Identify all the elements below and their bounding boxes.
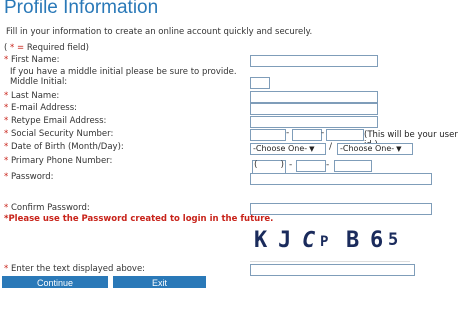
required-star: * <box>4 55 9 65</box>
last-name-input[interactable] <box>250 91 378 103</box>
first-name-label-text: First Name: <box>10 55 60 65</box>
required-star: * <box>4 91 9 101</box>
required-legend-open: ( <box>4 43 8 53</box>
last-name-label: * Last Name: <box>4 91 59 101</box>
required-star: * <box>4 172 9 182</box>
middle-initial-input[interactable] <box>250 77 270 89</box>
password-label: * Password: <box>4 172 54 182</box>
captcha-char: K <box>254 228 268 253</box>
captcha-label: * Enter the text displayed above: <box>4 264 145 274</box>
dob-separator: / <box>329 142 333 152</box>
captcha-char: B <box>346 228 360 253</box>
phone-separator: - <box>326 160 330 170</box>
required-legend-text: Required field) <box>26 43 90 53</box>
phone-prefix-input[interactable] <box>296 160 326 172</box>
required-star: * <box>4 129 9 139</box>
ssn-part3-input[interactable] <box>326 129 364 141</box>
page-title: Profile Information <box>4 0 159 18</box>
ssn-label-text: Social Security Number: <box>10 129 114 139</box>
phone-area-code-input[interactable]: ( ) <box>252 160 286 174</box>
required-star: * <box>4 142 9 152</box>
dob-label: * Date of Birth (Month/Day): <box>4 142 124 152</box>
captcha-label-text: Enter the text displayed above: <box>10 264 146 274</box>
required-star: * <box>4 156 9 166</box>
phone-label-text: Primary Phone Number: <box>10 156 113 166</box>
password-warning-text: Please use the Password created to login… <box>8 214 274 224</box>
middle-initial-label: Middle Initial: <box>10 77 68 87</box>
required-star: * <box>4 203 9 213</box>
phone-paren-close: ) <box>280 160 284 170</box>
required-legend: ( * = Required field) <box>4 43 89 53</box>
captcha-char: 6 <box>370 228 384 253</box>
captcha-image: K J C P B 6 5 <box>250 225 410 262</box>
intro-text: Fill in your information to create an on… <box>6 27 313 37</box>
exit-button[interactable]: Exit <box>113 276 206 288</box>
captcha-char: J <box>278 228 292 253</box>
dob-day-value: -Choose One- <box>340 144 395 153</box>
phone-separator: - <box>289 160 293 170</box>
captcha-char: C <box>302 228 316 253</box>
password-warning: *Please use the Password created to logi… <box>4 214 273 224</box>
ssn-separator: - <box>321 128 325 138</box>
password-input[interactable] <box>250 173 432 185</box>
required-star: * <box>4 116 9 126</box>
confirm-password-label: * Confirm Password: <box>4 203 90 213</box>
email-label: * E-mail Address: <box>4 103 77 113</box>
ssn-separator: - <box>286 128 290 138</box>
phone-paren-open: ( <box>254 160 258 170</box>
chevron-down-icon: ▼ <box>396 145 402 153</box>
retype-email-label-text: Retype Email Address: <box>10 116 107 126</box>
phone-line-input[interactable] <box>334 160 372 172</box>
required-star: * <box>4 103 9 113</box>
ssn-part1-input[interactable] <box>250 129 286 141</box>
email-label-text: E-mail Address: <box>10 103 78 113</box>
last-name-label-text: Last Name: <box>10 91 60 101</box>
ssn-label: * Social Security Number: <box>4 129 113 139</box>
continue-button[interactable]: Continue <box>2 276 108 288</box>
retype-email-label: * Retype Email Address: <box>4 116 106 126</box>
captcha-input[interactable] <box>250 264 415 276</box>
ssn-part2-input[interactable] <box>292 129 322 141</box>
chevron-down-icon: ▼ <box>309 145 315 153</box>
dob-month-select[interactable]: -Choose One- ▼ <box>250 143 326 155</box>
dob-month-value: -Choose One- <box>253 144 308 153</box>
required-star: * = <box>10 43 27 53</box>
first-name-input[interactable] <box>250 55 378 67</box>
middle-initial-note: If you have a middle initial please be s… <box>10 67 237 77</box>
first-name-label: * First Name: <box>4 55 59 65</box>
captcha-char: P <box>320 234 329 250</box>
confirm-password-label-text: Confirm Password: <box>10 203 90 213</box>
dob-day-select[interactable]: -Choose One- ▼ <box>337 143 413 155</box>
phone-label: * Primary Phone Number: <box>4 156 112 166</box>
email-input[interactable] <box>250 103 378 115</box>
required-star: * <box>4 264 9 274</box>
retype-email-input[interactable] <box>250 116 378 128</box>
password-label-text: Password: <box>10 172 54 182</box>
dob-label-text: Date of Birth (Month/Day): <box>10 142 124 152</box>
captcha-char: 5 <box>388 230 399 250</box>
confirm-password-input[interactable] <box>250 203 432 215</box>
